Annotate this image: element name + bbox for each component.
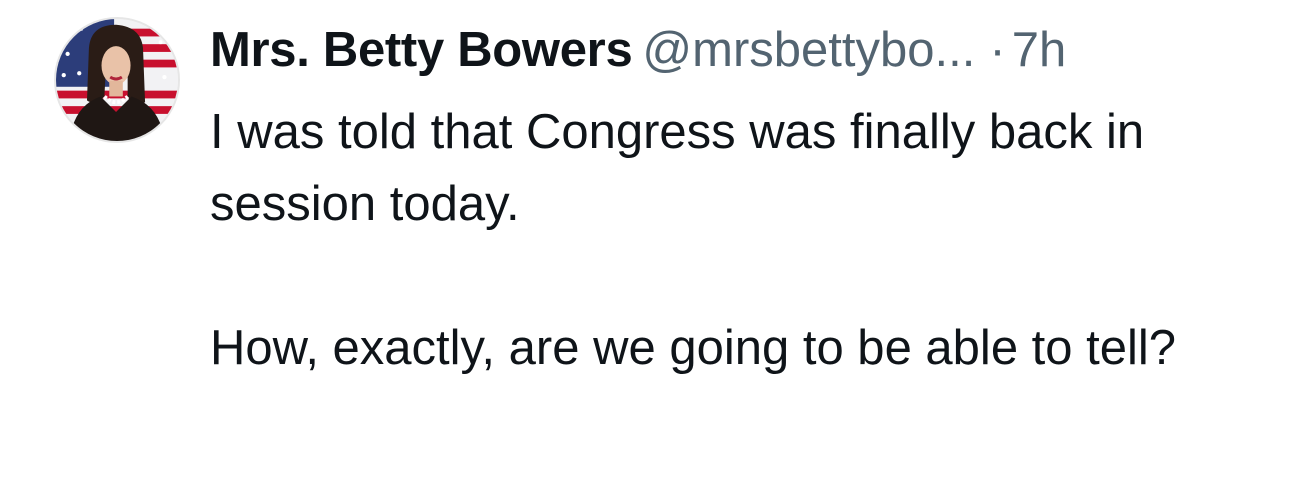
user-handle[interactable]: @mrsbettybo... [642, 23, 975, 77]
tweet[interactable]: Mrs. Betty Bowers @mrsbettybo... · 7h I was… [0, 0, 1290, 483]
tweet-text: I was told that Congress was finally bac… [210, 96, 1250, 384]
tweet-paragraph-2: How, exactly, are we going to be able to… [210, 321, 1177, 375]
tweet-paragraph-1: I was told that Congress was finally bac… [210, 105, 1145, 231]
avatar[interactable] [54, 17, 180, 143]
display-name[interactable]: Mrs. Betty Bowers [210, 23, 633, 77]
separator-dot: · [989, 23, 1006, 77]
avatar-image [56, 19, 178, 141]
tweet-header: Mrs. Betty Bowers @mrsbettybo... · 7h [210, 20, 1066, 80]
timestamp[interactable]: 7h [1012, 23, 1067, 77]
